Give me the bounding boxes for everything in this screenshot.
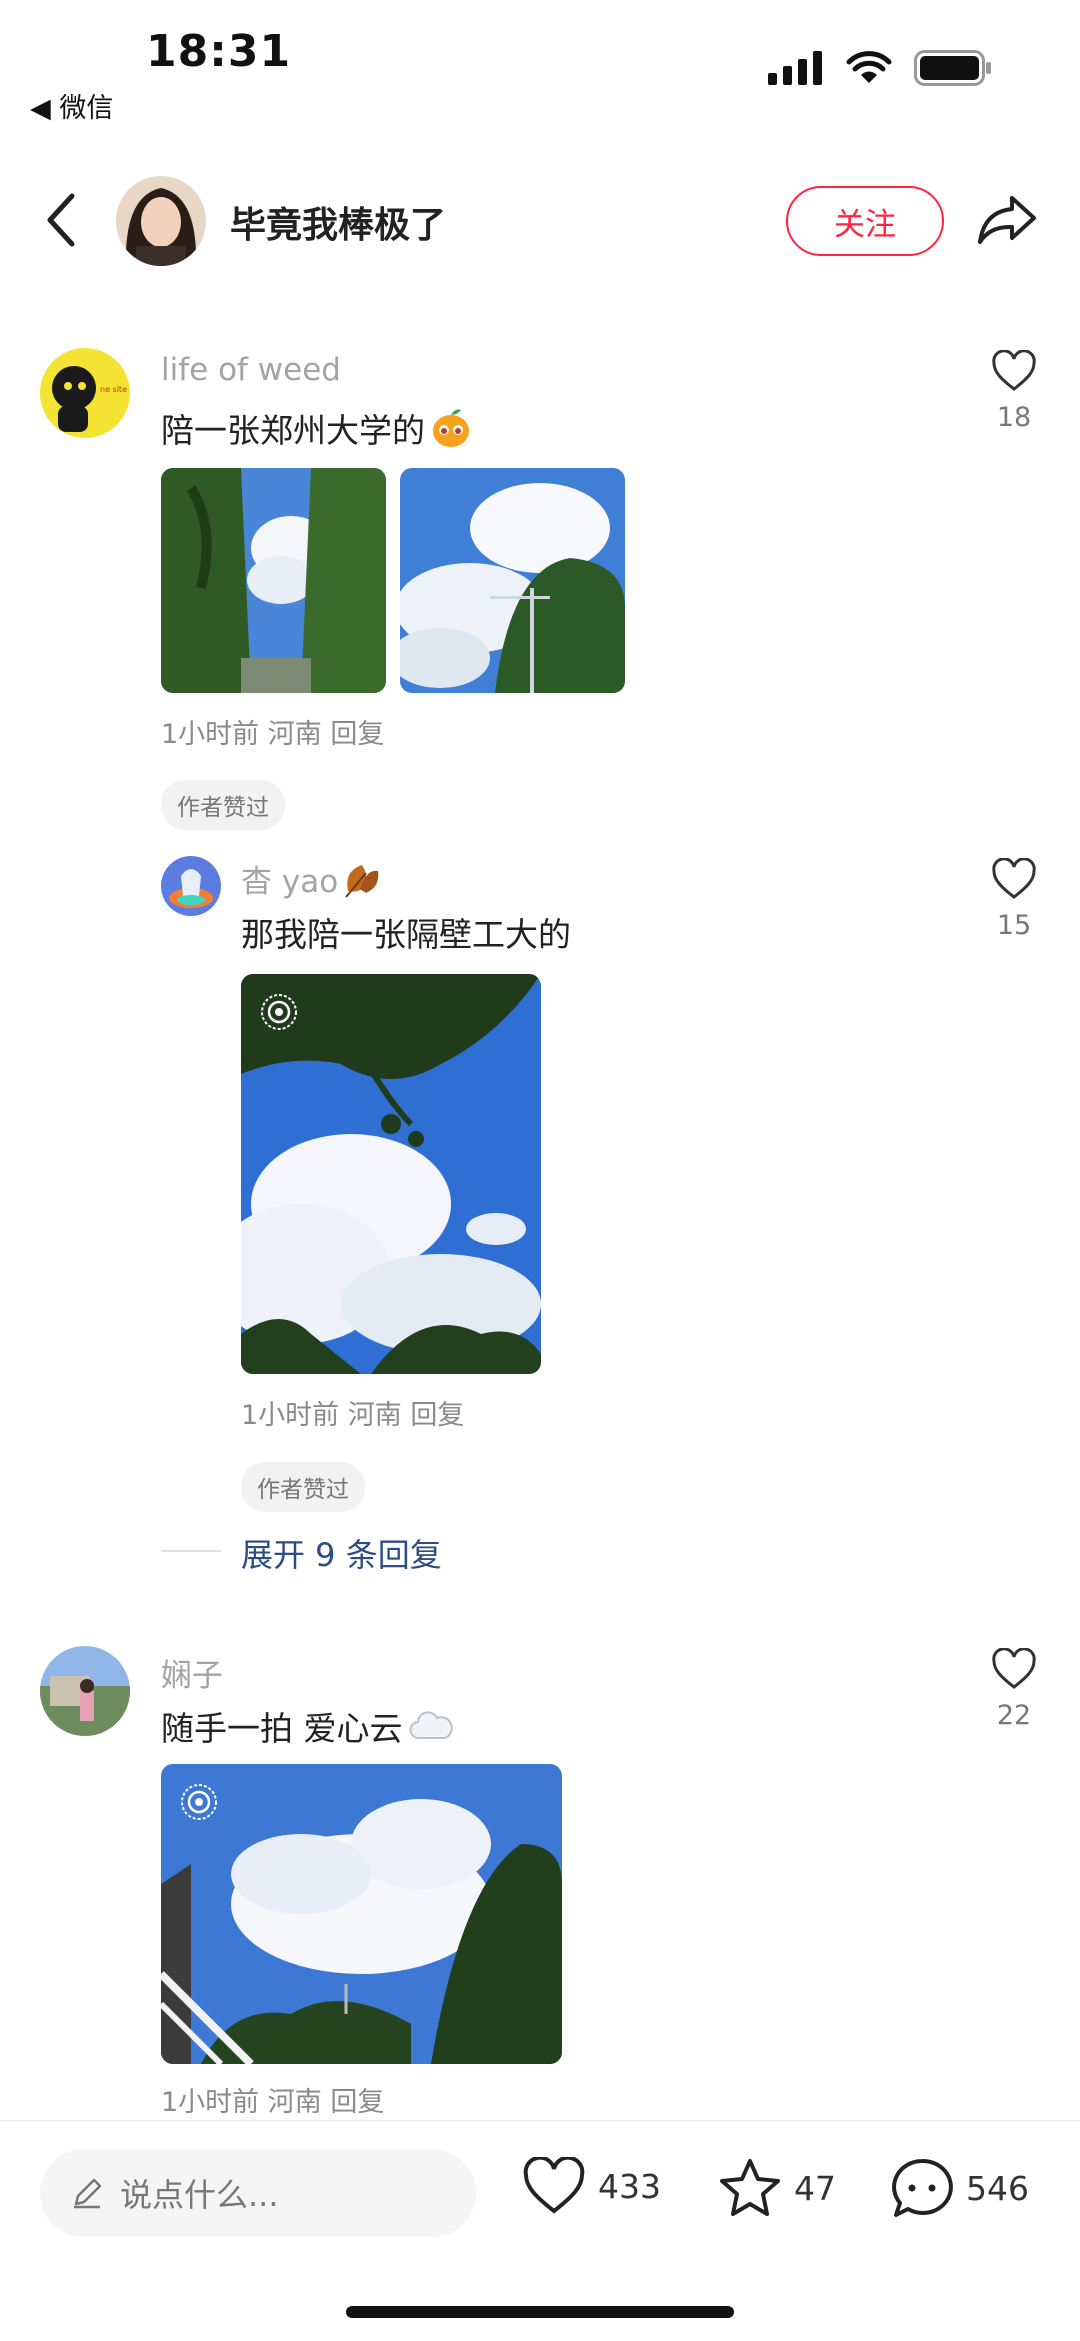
comment-like-count: 22 — [996, 1700, 1032, 1731]
follow-button[interactable]: 关注 — [786, 186, 944, 256]
comment-like[interactable]: 22 — [974, 1647, 1054, 1731]
heart-icon[interactable] — [991, 1647, 1037, 1690]
author-liked-badge: 作者赞过 — [161, 780, 285, 830]
comment-input[interactable]: 说点什么... — [40, 2149, 476, 2237]
share-icon[interactable] — [976, 190, 1038, 250]
replier-avatar[interactable] — [161, 856, 221, 916]
like-count: 433 — [598, 2166, 661, 2206]
signal-icon — [768, 51, 822, 85]
collect-action[interactable]: 47 — [718, 2157, 836, 2219]
comment-input-placeholder: 说点什么... — [120, 2176, 279, 2214]
pencil-icon — [74, 2178, 102, 2209]
reply-text: 那我陪一张隔壁工大的 — [241, 915, 571, 954]
heart-icon[interactable] — [522, 2157, 586, 2215]
reply-meta[interactable]: 1小时前 河南 回复 — [241, 1393, 464, 1432]
note-header: 毕竟我棒极了 关注 — [0, 160, 1080, 280]
heart-icon[interactable] — [991, 857, 1037, 900]
author-liked-badge: 作者赞过 — [241, 1462, 365, 1512]
wifi-icon — [846, 51, 892, 83]
live-photo-icon — [181, 1784, 217, 1820]
expand-divider — [161, 1550, 221, 1552]
comment-photo[interactable] — [161, 1764, 562, 2064]
comment-action[interactable]: 546 — [890, 2157, 1029, 2219]
comment-count: 546 — [966, 2168, 1029, 2208]
comment-text: 陪一张郑州大学的 — [161, 404, 473, 452]
expand-replies-button[interactable]: 展开 9 条回复 — [241, 1530, 442, 1576]
live-photo-icon — [261, 994, 297, 1030]
reply-like-count: 15 — [996, 910, 1032, 941]
status-bar: 18:31 ◀ 微信 — [0, 0, 1080, 130]
comment-photo[interactable] — [400, 468, 625, 693]
commenter-name[interactable]: 娴子 — [161, 1650, 223, 1695]
bottom-action-bar: 说点什么... 433 47 546 — [0, 2120, 1080, 2270]
comment-text: 随手一拍 爱心云 — [161, 1702, 453, 1750]
commenter-avatar[interactable] — [40, 1646, 130, 1736]
reply-like[interactable]: 15 — [974, 857, 1054, 941]
reply-photo[interactable] — [241, 974, 541, 1374]
comment-like-count: 18 — [996, 402, 1032, 433]
autumn-leaf-icon — [345, 864, 379, 898]
collect-count: 47 — [794, 2168, 836, 2208]
cloud-emoji-icon — [409, 1711, 453, 1739]
mango-emoji-icon — [433, 409, 469, 447]
star-icon[interactable] — [718, 2157, 782, 2219]
back-to-wechat-link[interactable]: ◀ 微信 — [30, 86, 113, 125]
status-time: 18:31 — [146, 26, 292, 77]
status-icons — [768, 50, 992, 86]
chat-bubble-icon[interactable] — [890, 2157, 954, 2219]
author-name[interactable]: 毕竟我棒极了 — [230, 196, 446, 248]
like-action[interactable]: 433 — [522, 2157, 661, 2215]
comment-like[interactable]: 18 — [974, 349, 1054, 433]
author-avatar[interactable] — [116, 176, 206, 266]
comment-meta[interactable]: 1小时前 河南 回复 — [161, 712, 384, 751]
comment-meta[interactable]: 1小时前 河南 回复 — [161, 2080, 384, 2119]
back-arrow-icon[interactable] — [38, 190, 88, 250]
comment-photo[interactable] — [161, 468, 386, 693]
commenter-name[interactable]: life of weed — [161, 352, 341, 388]
home-indicator[interactable] — [346, 2306, 734, 2318]
commenter-avatar[interactable]: ne site — [40, 348, 130, 438]
heart-icon[interactable] — [991, 349, 1037, 392]
replier-name[interactable]: 杳 yao — [241, 856, 382, 901]
svg-text:ne site: ne site — [100, 385, 127, 394]
battery-icon — [914, 50, 991, 86]
